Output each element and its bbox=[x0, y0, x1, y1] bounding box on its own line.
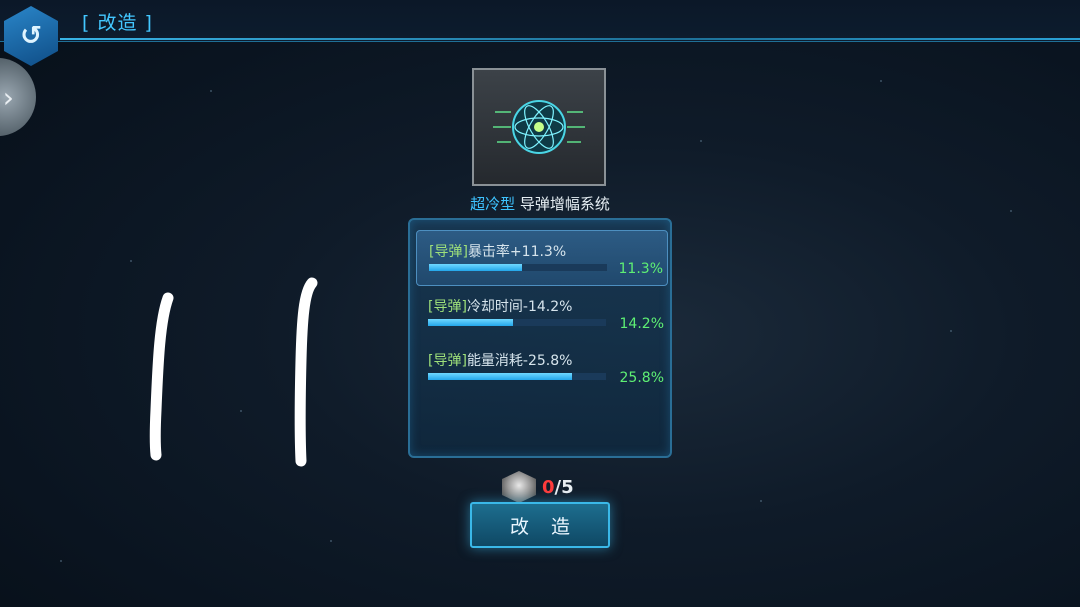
item-grade: 超冷型 bbox=[470, 195, 516, 213]
stroke-left bbox=[149, 292, 174, 461]
stat-label: [导弹]冷却时间-14.2% bbox=[428, 296, 660, 316]
atom-circuit-icon bbox=[493, 100, 585, 154]
stat-value: 14.2% bbox=[619, 316, 664, 332]
stat-row[interactable]: [导弹]冷却时间-14.2% 14.2% bbox=[416, 286, 668, 342]
cost-display: 0/5 bbox=[502, 470, 574, 504]
item-icon-frame[interactable] bbox=[472, 68, 606, 186]
item-title: 导弹增幅系统 bbox=[519, 195, 610, 213]
item-name: 超冷型 导弹增幅系统 bbox=[400, 193, 680, 214]
cost-need: /5 bbox=[554, 476, 574, 498]
stat-text: 暴击率+11.3% bbox=[467, 244, 567, 260]
stat-label: [导弹]暴击率+11.3% bbox=[429, 241, 659, 261]
stat-value: 11.3% bbox=[618, 261, 663, 277]
stat-progress-bar bbox=[428, 373, 606, 380]
material-core-icon bbox=[502, 471, 536, 503]
cost-text: 0/5 bbox=[542, 477, 574, 498]
stroke-right bbox=[294, 277, 318, 467]
stat-tag: [导弹] bbox=[428, 353, 467, 369]
remodel-button[interactable]: 改 造 bbox=[470, 502, 610, 548]
stat-progress-fill bbox=[428, 319, 514, 326]
stat-row[interactable]: [导弹]暴击率+11.3% 11.3% bbox=[416, 230, 668, 286]
stat-row[interactable]: [导弹]能量消耗-25.8% 25.8% bbox=[416, 340, 668, 396]
remodel-button-label: 改 造 bbox=[509, 515, 579, 538]
stat-progress-bar bbox=[429, 264, 607, 271]
stat-tag: [导弹] bbox=[429, 244, 468, 260]
stat-progress-bar bbox=[428, 319, 606, 326]
stat-label: [导弹]能量消耗-25.8% bbox=[428, 350, 660, 370]
cost-have: 0 bbox=[542, 476, 555, 498]
stat-progress-fill bbox=[428, 373, 573, 380]
stat-tag: [导弹] bbox=[428, 299, 467, 315]
stat-value: 25.8% bbox=[619, 370, 664, 386]
stat-progress-fill bbox=[429, 264, 522, 271]
stat-text: 冷却时间-14.2% bbox=[466, 299, 573, 315]
stat-text: 能量消耗-25.8% bbox=[466, 353, 573, 369]
stats-panel: [导弹]暴击率+11.3% 11.3% [导弹]冷却时间-14.2% 14.2%… bbox=[408, 218, 672, 458]
